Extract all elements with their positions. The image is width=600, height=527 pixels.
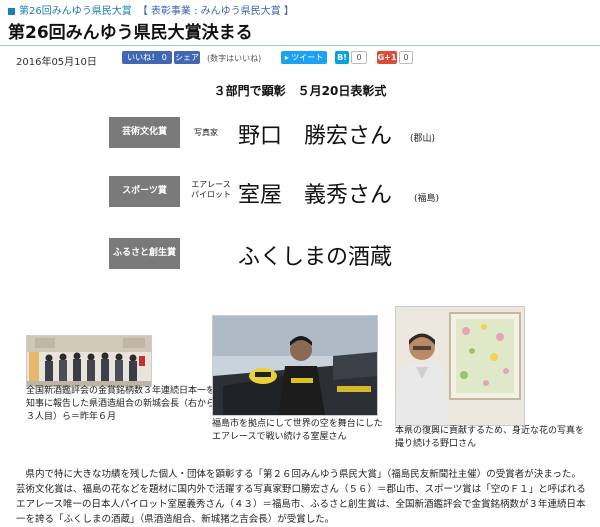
award-role-arts: 写真家	[194, 128, 218, 137]
like-count-note: (数字はいいね)	[207, 54, 262, 63]
tweet-label: ツイート	[291, 53, 324, 62]
google-plus-count: 0	[399, 51, 413, 64]
photographer-caption: 本県の復興に貢献するため、身近な花の写真を撮り続ける野口さん	[395, 426, 585, 449]
sake-brewers-caption: 全国新酒鑑評会の金賞銘柄数３年連続日本一を知事に報告した県酒造組合の新城会長（右…	[26, 386, 216, 422]
pilot-image	[213, 316, 377, 415]
award-category-hometown: ふるさと創生賞	[109, 238, 180, 269]
award-place-sports: (福島)	[414, 194, 440, 204]
award-role-sports: エアレース パイロット	[191, 180, 231, 199]
square-bullet-icon	[8, 7, 15, 15]
sake-brewers-image	[27, 336, 151, 386]
google-plus-button[interactable]: G+1	[377, 51, 397, 64]
award-category-sports: スポーツ賞	[109, 176, 180, 207]
tweet-button[interactable]: ▸ ツイート	[281, 51, 327, 64]
article-body: 県内で特に大きな功績を残した個人・団体を顕彰する「第２６回みんゆう県民大賞」（福…	[16, 469, 586, 525]
award-winner-arts: 野口 勝宏さん	[238, 124, 393, 149]
title-divider	[0, 45, 600, 46]
page-title: 第26回みんゆう県民大賞決まる	[8, 23, 253, 43]
pilot-caption: 福島市を拠点にして世界の空を舞台にしたエアレースで戦い続ける室屋さん	[212, 419, 383, 442]
article-date: 2016年05月10日	[16, 57, 97, 68]
sake-brewers-photo[interactable]	[26, 335, 152, 387]
breadcrumb: 第26回みんゆう県民大賞【 表彰事業 : みんゆう県民大賞 】	[8, 2, 294, 17]
facebook-like-button[interactable]: いいね！ 0	[122, 51, 172, 64]
award-category-arts: 芸術文化賞	[109, 117, 180, 148]
hatena-count: 0	[351, 51, 367, 64]
hatena-bookmark-button[interactable]: B!	[335, 51, 349, 64]
award-place-arts: (郡山)	[410, 134, 436, 144]
breadcrumb-link[interactable]: 第26回みんゆう県民大賞	[19, 6, 132, 17]
pilot-photo[interactable]	[212, 315, 378, 416]
facebook-share-button[interactable]: シェア	[174, 51, 200, 64]
award-winner-hometown: ふくしまの酒蔵	[238, 245, 393, 270]
breadcrumb-category[interactable]: 【 表彰事業 : みんゆう県民大賞 】	[138, 6, 294, 17]
subheading: ３部門で顕彰 ５月20日表彰式	[213, 84, 387, 98]
photographer-image	[396, 307, 524, 425]
photographer-photo[interactable]	[395, 306, 525, 426]
award-winner-sports: 室屋 義秀さん	[238, 183, 393, 208]
